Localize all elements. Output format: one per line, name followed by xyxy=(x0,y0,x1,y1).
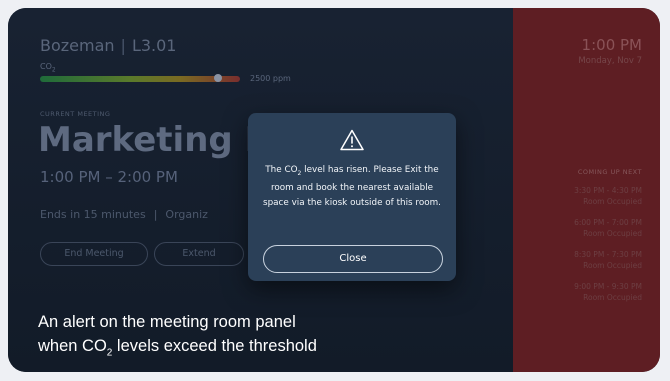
caption: An alert on the meeting room panel when … xyxy=(38,310,458,365)
meeting-ends: Ends in 15 minutes xyxy=(40,208,146,221)
slot-time: 3:30 PM - 4:30 PM xyxy=(574,186,642,195)
room-header: Bozeman | L3.01 xyxy=(40,36,176,55)
coming-up-label: COMING UP NEXT xyxy=(577,168,642,176)
co2-level-indicator xyxy=(214,74,222,82)
meeting-title: Marketing M xyxy=(38,120,279,160)
co2-label-sub: 2 xyxy=(51,66,56,74)
schedule-slot: 9:00 PM - 9:30 PM Room Occupied xyxy=(574,281,642,303)
meeting-organizer: Organiz xyxy=(165,208,208,221)
status-separator: | xyxy=(153,208,158,221)
co2-level-bar xyxy=(40,76,240,82)
caption-line2-start: when CO xyxy=(38,337,107,355)
warning-icon xyxy=(340,129,364,151)
slot-time: 9:00 PM - 9:30 PM xyxy=(574,282,642,291)
room-code: L3.01 xyxy=(131,36,177,55)
slot-status: Room Occupied xyxy=(583,229,642,238)
clock-date: Monday, Nov 7 xyxy=(578,56,642,66)
alert-message-start: The CO xyxy=(265,165,298,175)
schedule-slot: 3:30 PM - 4:30 PM Room Occupied xyxy=(574,185,642,207)
slot-time: 6:00 PM - 7:00 PM xyxy=(574,218,642,227)
slot-status: Room Occupied xyxy=(583,261,642,270)
co2-label: CO2 xyxy=(40,62,56,74)
slot-status: Room Occupied xyxy=(583,293,642,302)
end-meeting-button[interactable]: End Meeting xyxy=(40,242,148,266)
slot-time: 8:30 PM - 7:30 PM xyxy=(574,250,642,259)
slot-status: Room Occupied xyxy=(583,197,642,206)
schedule-slot: 8:30 PM - 7:30 PM Room Occupied xyxy=(574,249,642,271)
co2-value: 2500 ppm xyxy=(250,74,291,83)
schedule-panel: 1:00 PM Monday, Nov 7 COMING UP NEXT 3:3… xyxy=(513,8,660,372)
extend-button[interactable]: Extend xyxy=(154,242,244,266)
meeting-status: Ends in 15 minutes | Organiz xyxy=(40,208,208,221)
room-panel-screen: Bozeman | L3.01 CO2 2500 ppm CURRENT MEETI… xyxy=(8,8,660,372)
schedule-slot: 6:00 PM - 7:00 PM Room Occupied xyxy=(574,217,642,239)
clock-time: 1:00 PM xyxy=(581,36,642,54)
co2-alert-dialog: The CO2 level has risen. Please Exit the… xyxy=(248,113,456,281)
alert-message: The CO2 level has risen. Please Exit the… xyxy=(260,163,444,210)
co2-label-text: CO xyxy=(40,62,52,71)
caption-line2-end: levels exceed the threshold xyxy=(112,337,317,355)
room-separator: | xyxy=(120,36,126,55)
meeting-time: 1:00 PM – 2:00 PM xyxy=(40,168,178,186)
close-button[interactable]: Close xyxy=(263,245,443,273)
room-name: Bozeman xyxy=(40,36,115,55)
current-meeting-label: CURRENT MEETING xyxy=(40,110,111,118)
caption-line2: when CO2 levels exceed the threshold xyxy=(38,334,458,365)
caption-line1: An alert on the meeting room panel xyxy=(38,313,296,331)
